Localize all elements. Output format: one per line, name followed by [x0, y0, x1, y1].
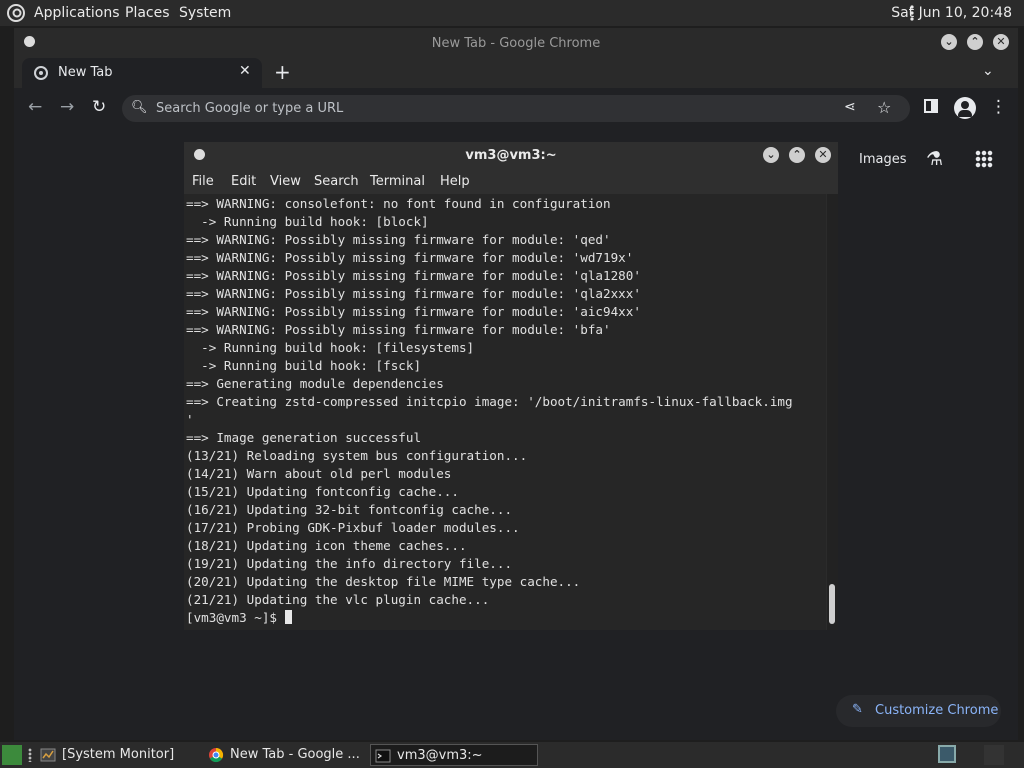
terminal-line: ==> WARNING: Possibly missing firmware f…: [186, 322, 611, 337]
clock[interactable]: Sat Jun 10, 20:48: [891, 5, 1012, 21]
customize-chrome-button[interactable]: ✎ Customize Chrome: [836, 695, 1001, 727]
applications-menu[interactable]: Applications: [34, 5, 120, 21]
terminal-prompt: [vm3@vm3 ~]$: [186, 610, 285, 625]
menu-file[interactable]: File: [192, 174, 214, 189]
terminal-titlebar[interactable]: vm3@vm3:~ ⌄ ⌃ ✕: [184, 142, 838, 170]
images-link[interactable]: Images: [859, 152, 907, 167]
menu-view[interactable]: View: [270, 174, 301, 189]
terminal-line: (17/21) Probing GDK-Pixbuf loader module…: [186, 520, 520, 535]
terminal-line: (14/21) Warn about old perl modules: [186, 466, 452, 481]
scrollbar-thumb[interactable]: [829, 584, 835, 624]
search-icon: 🔍︎: [131, 100, 148, 115]
maximize-icon[interactable]: ⌃: [789, 147, 805, 163]
omnibox-input[interactable]: Search Google or type a URL: [156, 101, 343, 116]
terminal-line: ==> WARNING: Possibly missing firmware f…: [186, 232, 611, 247]
terminal-menubar: File Edit View Search Terminal Help: [184, 170, 838, 194]
terminal-output[interactable]: ==> WARNING: consolefont: no font found …: [184, 194, 826, 630]
task-system-monitor[interactable]: [System Monitor]: [36, 744, 200, 766]
tray-area: [984, 745, 1004, 765]
terminal-line: ==> WARNING: Possibly missing firmware f…: [186, 286, 641, 301]
close-icon[interactable]: ✕: [815, 147, 831, 163]
task-label: [System Monitor]: [62, 747, 175, 762]
terminal-line: ==> WARNING: Possibly missing firmware f…: [186, 250, 634, 265]
terminal-line: ==> WARNING: Possibly missing firmware f…: [186, 268, 641, 283]
terminal-window: vm3@vm3:~ ⌄ ⌃ ✕ File Edit View Search Te…: [184, 142, 838, 630]
task-chrome[interactable]: New Tab - Google ...: [204, 744, 366, 766]
back-arrow-icon[interactable]: ←: [28, 97, 42, 117]
terminal-line: ': [186, 412, 194, 427]
new-tab-button[interactable]: +: [274, 60, 291, 84]
terminal-line: (19/21) Updating the info directory file…: [186, 556, 513, 571]
bookmark-star-icon[interactable]: ☆: [877, 98, 891, 117]
task-label: New Tab - Google ...: [230, 747, 360, 762]
terminal-icon: [375, 749, 391, 763]
omnibox[interactable]: 🔍︎ Search Google or type a URL ⋖ ☆: [122, 95, 910, 122]
terminal-line: -> Running build hook: [block]: [186, 214, 429, 229]
menu-search[interactable]: Search: [314, 174, 359, 189]
terminal-line: ==> WARNING: consolefont: no font found …: [186, 196, 611, 211]
show-desktop-icon[interactable]: [2, 745, 22, 765]
terminal-text: ==> WARNING: consolefont: no font found …: [186, 195, 793, 627]
customize-chrome-label: Customize Chrome: [875, 703, 999, 718]
menu-edit[interactable]: Edit: [231, 174, 256, 189]
terminal-prompt-line[interactable]: [vm3@vm3 ~]$: [186, 609, 793, 627]
system-menu[interactable]: System: [179, 5, 231, 21]
chrome-icon: [209, 747, 224, 763]
places-menu[interactable]: Places: [125, 5, 170, 21]
chrome-favicon-icon: [34, 66, 48, 80]
top-panel: Applications Places System Sat Jun 10, 2…: [0, 0, 1024, 26]
workspace-switcher-icon[interactable]: [938, 745, 956, 763]
maximize-icon[interactable]: ⌃: [967, 34, 983, 50]
google-apps-grid-icon[interactable]: [975, 150, 993, 168]
tab-search-chevron-icon[interactable]: ⌄: [982, 63, 994, 79]
bottom-taskbar: [System Monitor] New Tab - Google ... vm…: [0, 742, 1024, 768]
menu-help[interactable]: Help: [440, 174, 470, 189]
profile-avatar-icon[interactable]: [954, 97, 976, 119]
terminal-line: ==> WARNING: Possibly missing firmware f…: [186, 304, 641, 319]
terminal-line: ==> Image generation successful: [186, 430, 422, 445]
chrome-titlebar[interactable]: New Tab - Google Chrome ⌄ ⌃ ✕: [14, 28, 1018, 58]
terminal-line: (15/21) Updating fontconfig cache...: [186, 484, 459, 499]
window-title: New Tab - Google Chrome: [431, 36, 601, 51]
chrome-toolbar: ← → ↻ 🔍︎ Search Google or type a URL ⋖ ☆…: [14, 88, 1018, 128]
menu-terminal[interactable]: Terminal: [370, 174, 425, 189]
terminal-line: (21/21) Updating the vlc plugin cache...: [186, 592, 490, 607]
terminal-line: -> Running build hook: [fsck]: [186, 358, 422, 373]
side-panel-icon[interactable]: [924, 99, 938, 113]
terminal-line: (16/21) Updating 32-bit fontconfig cache…: [186, 502, 513, 517]
chrome-menu-icon[interactable]: ⋮: [990, 97, 1007, 117]
terminal-title: vm3@vm3:~: [465, 148, 557, 163]
terminal-line: -> Running build hook: [filesystems]: [186, 340, 475, 355]
task-terminal[interactable]: vm3@vm3:~: [370, 744, 538, 766]
tab-title: New Tab: [58, 65, 113, 80]
tab-strip: New Tab ✕ + ⌄: [14, 58, 1018, 88]
forward-arrow-icon[interactable]: →: [60, 97, 74, 117]
terminal-line: (18/21) Updating icon theme caches...: [186, 538, 467, 553]
pencil-icon: ✎: [852, 702, 863, 717]
reload-icon[interactable]: ↻: [92, 97, 106, 117]
system-monitor-icon: [40, 748, 56, 762]
distro-logo-icon[interactable]: [7, 4, 25, 22]
share-icon[interactable]: ⋖: [844, 99, 856, 115]
terminal-cursor: [284, 610, 292, 624]
minimize-icon[interactable]: ⌄: [763, 147, 779, 163]
terminal-line: ==> Generating module dependencies: [186, 376, 444, 391]
close-icon[interactable]: ✕: [993, 34, 1009, 50]
labs-flask-icon[interactable]: ⚗: [926, 148, 943, 170]
task-label: vm3@vm3:~: [397, 748, 483, 763]
terminal-scrollbar[interactable]: [827, 194, 838, 630]
tab-new-tab[interactable]: New Tab ✕: [22, 58, 262, 88]
terminal-line: (13/21) Reloading system bus configurati…: [186, 448, 528, 463]
terminal-line: ==> Creating zstd-compressed initcpio im…: [186, 394, 793, 409]
tab-close-icon[interactable]: ✕: [239, 63, 251, 79]
panel-grip-icon[interactable]: [28, 748, 32, 762]
terminal-line: (20/21) Updating the desktop file MIME t…: [186, 574, 581, 589]
minimize-icon[interactable]: ⌄: [941, 34, 957, 50]
